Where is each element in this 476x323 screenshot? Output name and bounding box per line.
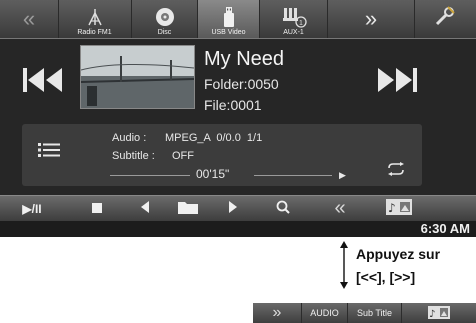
source-next-button[interactable]: » bbox=[328, 0, 415, 38]
status-bar: 6:30 AM bbox=[0, 221, 476, 237]
previous-track-button[interactable] bbox=[22, 64, 64, 102]
alternate-control-bar: » AUDIO Sub Title ♪ bbox=[253, 303, 476, 323]
head-unit-screen: « Radio FM1 Disc USB Video 1 AUX-1 » My … bbox=[0, 0, 476, 237]
subtitle-label: Subtitle : bbox=[112, 150, 155, 162]
skip-forward-icon bbox=[376, 66, 418, 104]
stop-button[interactable] bbox=[82, 196, 112, 221]
search-icon bbox=[276, 200, 290, 217]
list-icon bbox=[38, 143, 60, 162]
audio-label: Audio : bbox=[112, 132, 147, 144]
file-number: File:0001 bbox=[204, 97, 262, 113]
repeat-icon bbox=[386, 162, 406, 180]
source-radio-label: Radio FM1 bbox=[77, 29, 112, 36]
double-chevron-left-icon: « bbox=[22, 6, 36, 31]
clock: 6:30 AM bbox=[420, 221, 470, 236]
source-usb-video-label: USB Video bbox=[211, 29, 246, 36]
video-thumbnail bbox=[80, 45, 195, 109]
progress-line-right bbox=[254, 175, 332, 176]
antenna-icon bbox=[86, 6, 104, 28]
triangle-left-icon bbox=[141, 201, 149, 216]
step-forward-button[interactable] bbox=[220, 196, 246, 221]
mini-back-button[interactable]: » bbox=[253, 303, 301, 323]
subtitle-button[interactable]: Sub Title bbox=[347, 303, 401, 323]
stop-icon bbox=[92, 201, 102, 216]
source-radio-button[interactable]: Radio FM1 bbox=[58, 0, 132, 38]
more-options-button[interactable]: « bbox=[318, 196, 362, 221]
aux-icon: 1 bbox=[281, 6, 307, 28]
list-button[interactable] bbox=[38, 142, 60, 163]
music-picture-icon: ♪ bbox=[428, 305, 450, 321]
progress-line-left bbox=[110, 175, 190, 176]
svg-text:♪: ♪ bbox=[388, 201, 396, 215]
source-disc-label: Disc bbox=[157, 29, 172, 36]
wrench-icon bbox=[433, 4, 457, 34]
next-track-button[interactable] bbox=[376, 64, 418, 102]
audio-setup-button[interactable]: ♪ bbox=[380, 196, 418, 221]
subtitle-value: OFF bbox=[172, 150, 194, 162]
source-aux-label: AUX-1 bbox=[283, 29, 304, 36]
triangle-right-icon bbox=[229, 201, 237, 216]
audio-button[interactable]: AUDIO bbox=[301, 303, 347, 323]
double-chevron-left-icon: « bbox=[334, 197, 346, 219]
svg-text:1: 1 bbox=[299, 20, 303, 27]
play-pause-button[interactable]: ▶/II bbox=[10, 196, 54, 221]
double-chevron-right-icon: » bbox=[364, 6, 378, 31]
svg-text:♪: ♪ bbox=[429, 309, 435, 319]
up-down-arrow-icon bbox=[339, 241, 349, 294]
folder-number: Folder:0050 bbox=[204, 76, 279, 92]
elapsed-time: 00'15" bbox=[196, 167, 230, 181]
step-back-button[interactable] bbox=[132, 196, 158, 221]
skip-back-icon bbox=[22, 66, 64, 104]
play-indicator-icon: ▶ bbox=[339, 170, 346, 180]
music-picture-icon: ♪ bbox=[386, 199, 412, 218]
disc-icon bbox=[155, 6, 175, 28]
mini-audio-setup-button[interactable]: ♪ bbox=[401, 303, 476, 323]
annotation-line-1: Appuyez sur bbox=[356, 246, 441, 262]
audio-value: MPEG_A 0/0.0 1/1 bbox=[165, 132, 263, 144]
source-aux-button[interactable]: 1 AUX-1 bbox=[260, 0, 328, 38]
search-button[interactable] bbox=[268, 196, 298, 221]
source-bar: « Radio FM1 Disc USB Video 1 AUX-1 » bbox=[0, 0, 476, 39]
setup-button[interactable] bbox=[414, 0, 476, 38]
annotation-line-2: [<<], [>>] bbox=[356, 269, 416, 285]
usb-icon bbox=[223, 6, 235, 28]
double-chevron-right-icon: » bbox=[272, 304, 282, 321]
folder-button[interactable] bbox=[170, 196, 206, 221]
control-bar: ▶/II « ♪ bbox=[0, 195, 476, 221]
source-disc-button[interactable]: Disc bbox=[132, 0, 198, 38]
source-prev-button[interactable]: « bbox=[0, 0, 59, 38]
track-title: My Need bbox=[204, 48, 285, 70]
repeat-button[interactable] bbox=[386, 162, 406, 181]
folder-icon bbox=[178, 200, 198, 217]
source-usb-video-button[interactable]: USB Video bbox=[198, 0, 260, 38]
